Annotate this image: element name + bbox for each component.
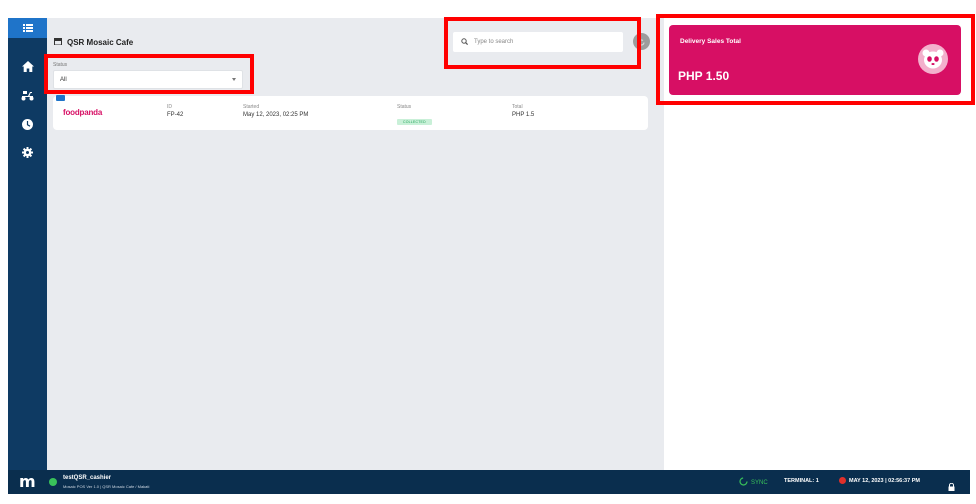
nav-delivery[interactable]	[8, 87, 47, 107]
order-started-cell: Started May 12, 2023, 02:25 PM	[243, 104, 308, 118]
platform-badge	[56, 95, 65, 101]
terminal-label: TERMINAL: 1	[784, 478, 819, 484]
nav-history[interactable]	[8, 116, 47, 136]
store-icon	[54, 38, 62, 47]
cashier-name: testQSR_cashier	[63, 475, 112, 481]
highlight-status-filter	[44, 54, 254, 94]
order-total: PHP 1.5	[512, 112, 535, 118]
mosaic-logo: m	[19, 472, 36, 491]
delivery-scooter-icon	[21, 88, 34, 106]
nav-settings[interactable]	[8, 144, 47, 164]
sync-icon	[739, 477, 748, 488]
status-bar: m testQSR_cashier Mosaic POS Ver 1.0 | Q…	[8, 470, 970, 494]
order-started-header: Started	[243, 104, 260, 110]
datetime-display: MAY 12, 2023 | 02:56:37 PM	[839, 477, 920, 484]
store-header: QSR Mosaic Cafe	[54, 38, 133, 47]
menu-button[interactable]	[8, 18, 47, 38]
online-indicator	[49, 478, 57, 486]
highlight-search	[444, 17, 641, 69]
store-name: QSR Mosaic Cafe	[67, 38, 134, 47]
gear-icon	[22, 145, 33, 163]
lock-button[interactable]	[948, 478, 955, 496]
order-card[interactable]: foodpanda ID FP-42 Started May 12, 2023,…	[53, 95, 648, 130]
order-status-cell: Status COLLECTED	[397, 104, 432, 128]
nav-home[interactable]	[8, 58, 47, 78]
clock-icon	[22, 117, 33, 135]
sync-label: SYNC	[751, 479, 768, 486]
sidebar	[8, 18, 47, 470]
status-dot	[839, 477, 846, 484]
lock-icon	[948, 478, 955, 495]
menu-grid-icon	[22, 19, 33, 37]
order-id-header: ID	[167, 104, 172, 110]
highlight-sales-card	[656, 14, 975, 105]
home-icon	[21, 59, 34, 77]
app-version: Mosaic POS Ver 1.0 | QSR Mosaic Cafe / M…	[63, 484, 150, 489]
foodpanda-logo: foodpanda	[63, 108, 103, 117]
order-started: May 12, 2023, 02:25 PM	[243, 112, 309, 118]
order-total-cell: Total PHP 1.5	[512, 104, 534, 118]
order-id: FP-42	[167, 112, 184, 118]
order-total-header: Total	[512, 104, 523, 110]
sync-button[interactable]: SYNC	[739, 477, 768, 488]
order-id-cell: ID FP-42	[167, 104, 183, 118]
datetime-text: MAY 12, 2023 | 02:56:37 PM	[849, 477, 920, 484]
status-badge: COLLECTED	[397, 119, 432, 125]
